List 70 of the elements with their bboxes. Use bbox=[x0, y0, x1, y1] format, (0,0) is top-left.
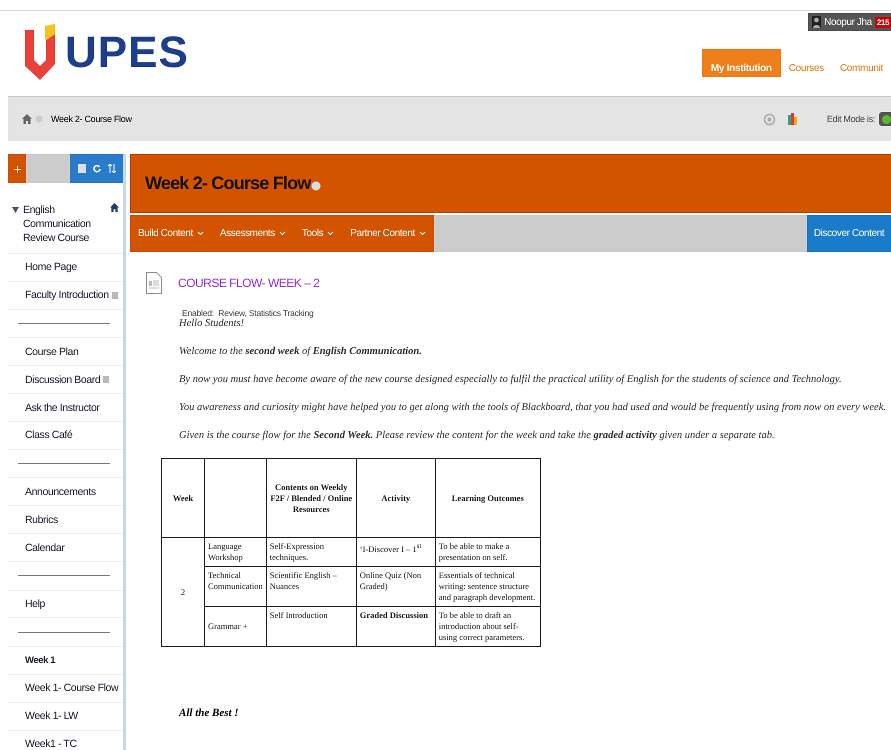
sidebar-link[interactable]: Faculty Introduction bbox=[25, 289, 109, 302]
edit-mode-label: Edit Mode is: bbox=[826, 114, 875, 124]
table-cell: Online Quiz (Non Graded) bbox=[356, 566, 436, 606]
sidebar-link[interactable]: Ask the Instructor bbox=[25, 402, 100, 414]
table-cell: 2 bbox=[162, 538, 204, 646]
logo-icon bbox=[25, 24, 55, 82]
document-icon bbox=[146, 272, 162, 294]
color-bars-icon[interactable] bbox=[788, 113, 797, 125]
discover-content-button[interactable]: Discover Content bbox=[807, 215, 891, 252]
refresh-icon[interactable] bbox=[92, 164, 100, 173]
sidebar-link[interactable]: Week 1- Course Flow bbox=[25, 682, 118, 694]
column-header: Learning Outcomes bbox=[435, 458, 540, 538]
chevron-icon bbox=[418, 231, 426, 236]
user-menu[interactable]: Noopur Jha 215 bbox=[808, 13, 891, 31]
table-cell: To be able to draft an introduction about self-using correct parameters. bbox=[435, 606, 540, 646]
column-header: Contents on Weekly F2F / Blended / Online Resources bbox=[266, 458, 356, 538]
add-button[interactable] bbox=[8, 154, 26, 183]
menu-button[interactable]: Build Content bbox=[130, 215, 212, 252]
table-cell: Language Workshop bbox=[204, 538, 266, 566]
sidebar-link[interactable]: Discussion Board bbox=[25, 374, 100, 386]
notification-badge: 215 bbox=[874, 16, 891, 28]
sidebar-link[interactable]: Calendar bbox=[25, 542, 64, 554]
paragraph: Given is the course flow for the Second Week. Please review the content for the week and take the graded activity given under a separate tab. bbox=[179, 430, 776, 441]
table-cell: Technical Communication bbox=[204, 566, 266, 606]
sidebar-link[interactable]: Course Plan bbox=[25, 346, 78, 358]
toolbar-panel bbox=[26, 154, 70, 183]
paragraph: By now you must have become aware of the new course designed especially to fulfil the practical utility of English for the students of science and Technology. bbox=[179, 374, 843, 385]
closing-text: All the Best ! bbox=[179, 707, 240, 719]
expand-icon[interactable] bbox=[12, 207, 19, 213]
table-cell: Essentials of technical writing: sentence structure and paragraph development. bbox=[435, 566, 540, 606]
enabled-value: Review, Statistics Tracking bbox=[218, 308, 314, 318]
table-cell: ‘I-Discover I – 1$^{st}$ bbox=[356, 538, 436, 566]
dropdown-icon[interactable] bbox=[310, 180, 321, 190]
user-name: Noopur Jha bbox=[824, 16, 872, 28]
greeting: Hello Students! bbox=[179, 318, 246, 329]
table-cell: Self-Expression techniques. bbox=[266, 538, 356, 566]
menu-button[interactable]: Tools bbox=[294, 215, 342, 252]
table-cell: To be able to make a presentation on self. bbox=[435, 538, 540, 566]
sidebar-link[interactable]: Week1 - TC bbox=[25, 738, 77, 750]
table-cell: Graded Discussion bbox=[356, 606, 436, 646]
table-cell: Scientific English – Nuances bbox=[266, 566, 356, 606]
menu-button[interactable]: Assessments bbox=[212, 215, 294, 252]
column-header: Week bbox=[162, 458, 204, 538]
sidebar-link[interactable]: Help bbox=[25, 598, 45, 610]
edit-mode-toggle[interactable] bbox=[879, 112, 891, 126]
content-item-link[interactable]: COURSE FLOW- WEEK – 2 bbox=[178, 276, 320, 294]
table-cell: Grammar + bbox=[204, 606, 266, 646]
chevron-icon bbox=[327, 231, 334, 236]
page-title: Week 2- Course Flow bbox=[145, 173, 311, 194]
course-name[interactable]: English Communication Review Course bbox=[23, 203, 106, 245]
sort-icon[interactable] bbox=[108, 164, 116, 173]
column-header: Activity bbox=[356, 458, 436, 538]
plus-icon bbox=[14, 166, 20, 173]
enabled-label: Enabled: bbox=[182, 308, 214, 318]
home-icon bbox=[110, 203, 119, 212]
sidebar-heading: Week 1 bbox=[25, 654, 56, 666]
avatar-icon bbox=[812, 16, 822, 28]
sidebar-link[interactable]: Home Page bbox=[25, 261, 77, 274]
chevron-icon bbox=[278, 231, 286, 236]
sidebar-link[interactable]: Week 1- LW bbox=[25, 710, 78, 722]
sidebar-link[interactable]: Announcements bbox=[25, 486, 96, 498]
home-icon[interactable] bbox=[22, 114, 32, 124]
sidebar-link[interactable]: Rubrics bbox=[25, 514, 58, 526]
breadcrumb-current: Week 2- Course Flow bbox=[51, 114, 132, 124]
table-cell: Self Introduction bbox=[266, 606, 356, 646]
sidebar-link[interactable]: Class Café bbox=[25, 429, 72, 442]
logo-text: UPES bbox=[65, 28, 189, 78]
paragraph: You awareness and curiosity might have helped you to get along with the tools of Blackboard, that you had used and would be frequently using from now on every week. bbox=[179, 402, 888, 413]
menu-button[interactable]: Partner Content bbox=[342, 215, 434, 252]
chevron-icon bbox=[196, 231, 204, 236]
